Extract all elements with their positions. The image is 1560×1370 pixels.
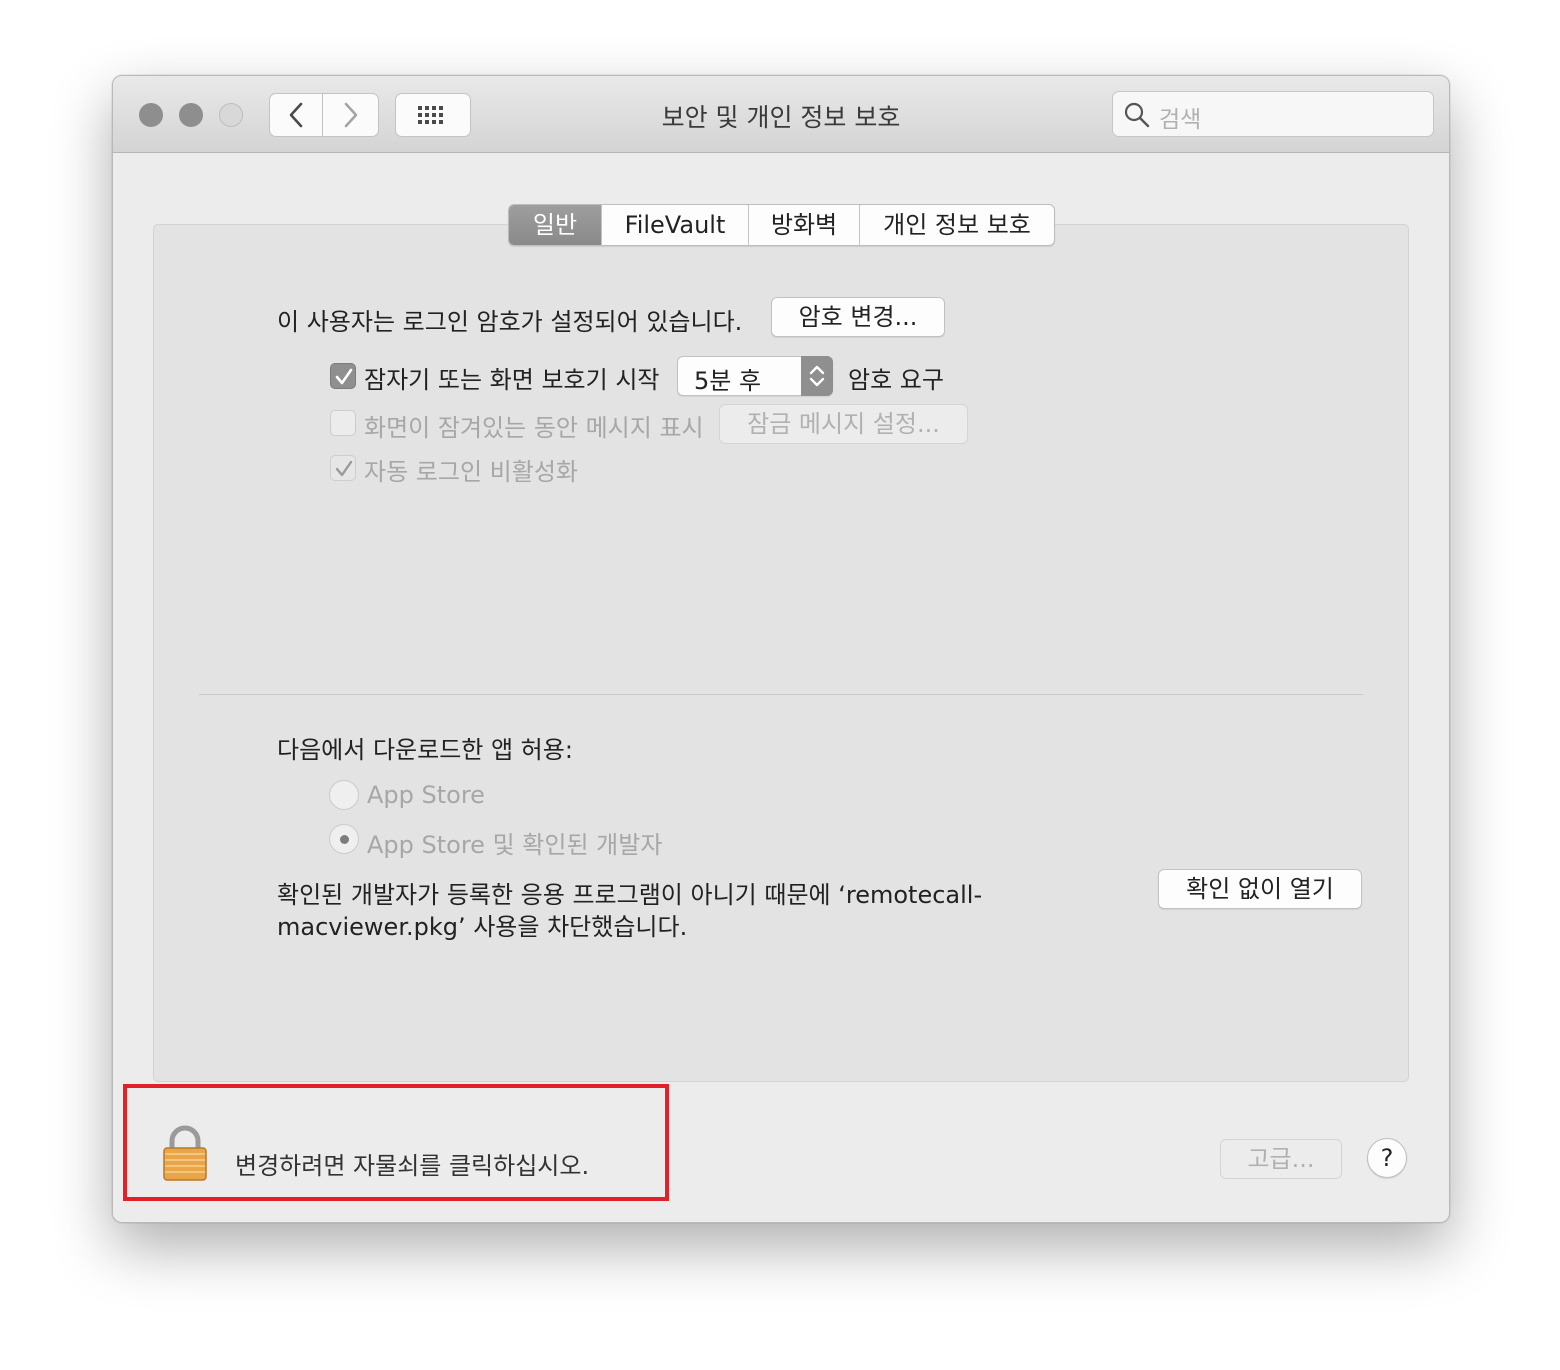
- change-password-button[interactable]: 암호 변경...: [771, 297, 945, 337]
- search-field[interactable]: 검색: [1112, 91, 1434, 137]
- search-icon: [1124, 102, 1150, 128]
- password-delay-popup[interactable]: 5분 후: [677, 356, 833, 396]
- checkmark-icon: [335, 368, 353, 385]
- content-panel: [153, 224, 1409, 1082]
- section-divider: [199, 694, 1363, 695]
- require-password-suffix: 암호 요구: [848, 366, 944, 394]
- tab-bar: 일반 FileVault 방화벽 개인 정보 보호: [508, 204, 1055, 246]
- tab-firewall[interactable]: 방화벽: [749, 205, 860, 245]
- require-password-label: 잠자기 또는 화면 보호기 시작: [364, 366, 660, 394]
- radio-app-store-label: App Store: [367, 781, 485, 809]
- help-button[interactable]: ?: [1367, 1138, 1407, 1178]
- tab-general[interactable]: 일반: [509, 205, 602, 245]
- login-password-text: 이 사용자는 로그인 암호가 설정되어 있습니다.: [277, 308, 743, 336]
- title-bar: 보안 및 개인 정보 보호 검색: [113, 76, 1449, 153]
- disable-autologin-checkbox[interactable]: [330, 455, 356, 481]
- radio-selected-dot: [340, 835, 349, 844]
- show-message-checkbox[interactable]: [330, 410, 356, 436]
- advanced-button[interactable]: 고급...: [1220, 1139, 1342, 1179]
- disable-autologin-label: 자동 로그인 비활성화: [364, 458, 578, 486]
- radio-app-store-identified-label: App Store 및 확인된 개발자: [367, 831, 663, 859]
- highlight-box: [123, 1084, 669, 1201]
- show-message-label: 화면이 잠겨있는 동안 메시지 표시: [364, 414, 704, 442]
- tab-filevault[interactable]: FileVault: [602, 205, 749, 245]
- preferences-window: 보안 및 개인 정보 보호 검색 일반 FileVault 방화벽 개인 정보 …: [112, 75, 1450, 1223]
- blocked-app-message-line1: 확인된 개발자가 등록한 응용 프로그램이 아니기 때문에 ‘remotecal…: [277, 881, 983, 909]
- radio-app-store-identified[interactable]: [329, 824, 359, 854]
- open-anyway-button[interactable]: 확인 없이 열기: [1158, 869, 1362, 909]
- checkmark-icon: [335, 460, 353, 477]
- password-delay-value: 5분 후: [694, 367, 762, 395]
- set-lock-message-button[interactable]: 잠금 메시지 설정...: [719, 404, 968, 444]
- radio-app-store[interactable]: [329, 780, 359, 810]
- blocked-app-message-line2: macviewer.pkg’ 사용을 차단했습니다.: [277, 913, 688, 941]
- updown-chevron-icon: [809, 365, 825, 387]
- downloads-heading: 다음에서 다운로드한 앱 허용:: [277, 736, 573, 764]
- tab-privacy[interactable]: 개인 정보 보호: [860, 205, 1054, 245]
- search-placeholder: 검색: [1159, 107, 1202, 133]
- popup-stepper: [801, 356, 833, 396]
- require-password-checkbox[interactable]: [330, 363, 356, 389]
